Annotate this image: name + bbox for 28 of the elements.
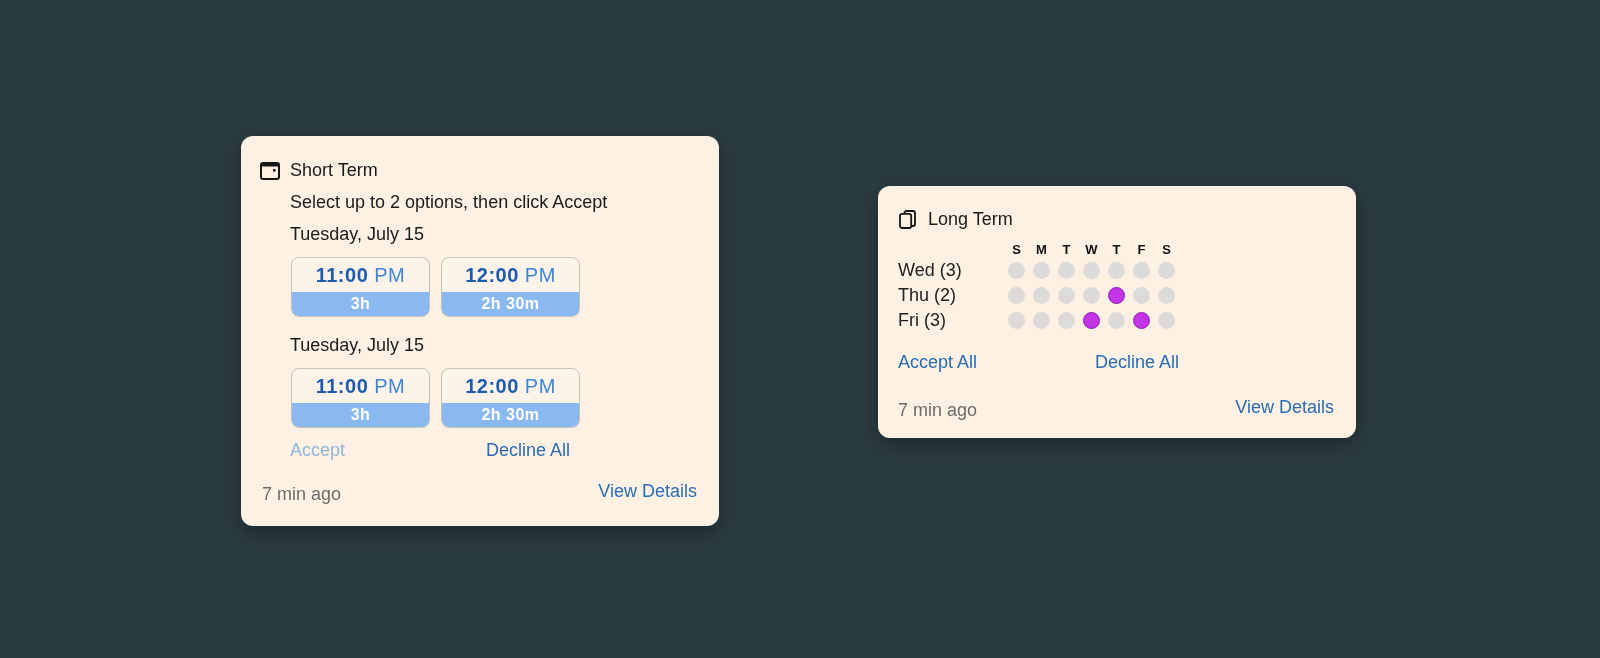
date-label: Tuesday, July 15 [290, 334, 426, 357]
day-count-label: Fri (3) [898, 309, 947, 332]
timestamp: 7 min ago [262, 483, 342, 506]
weekday-label: S [1161, 242, 1172, 258]
instruction-text: Select up to 2 options, then click Accept [290, 191, 609, 214]
time-slot-button[interactable]: 11:00 PM 3h [291, 368, 430, 428]
weekday-label: F [1136, 242, 1147, 258]
day-count-label: Wed (3) [898, 259, 963, 282]
copy-icon [899, 209, 916, 229]
weekday-label: T [1061, 242, 1072, 258]
time-slot-button[interactable]: 11:00 PM 3h [291, 257, 430, 317]
card-title: Short Term [290, 159, 378, 182]
card-title: Long Term [928, 208, 1013, 231]
view-details-link[interactable]: View Details [1235, 393, 1334, 421]
timestamp: 7 min ago [898, 399, 978, 422]
accept-all-link[interactable]: Accept All [898, 348, 978, 376]
weekday-label: M [1035, 242, 1048, 258]
day-count-label: Thu (2) [898, 284, 958, 307]
date-label: Tuesday, July 15 [290, 223, 426, 246]
calendar-icon [260, 160, 280, 180]
time-slot-button[interactable]: 12:00 PM 2h 30m [441, 368, 580, 428]
weekday-label: W [1084, 242, 1099, 258]
weekday-label: S [1011, 242, 1022, 258]
view-details-link[interactable]: View Details [598, 477, 697, 505]
decline-all-link[interactable]: Decline All [1095, 348, 1180, 376]
weekday-label: T [1111, 242, 1122, 258]
time-slot-button[interactable]: 12:00 PM 2h 30m [441, 257, 580, 317]
decline-all-link[interactable]: Decline All [486, 436, 571, 464]
